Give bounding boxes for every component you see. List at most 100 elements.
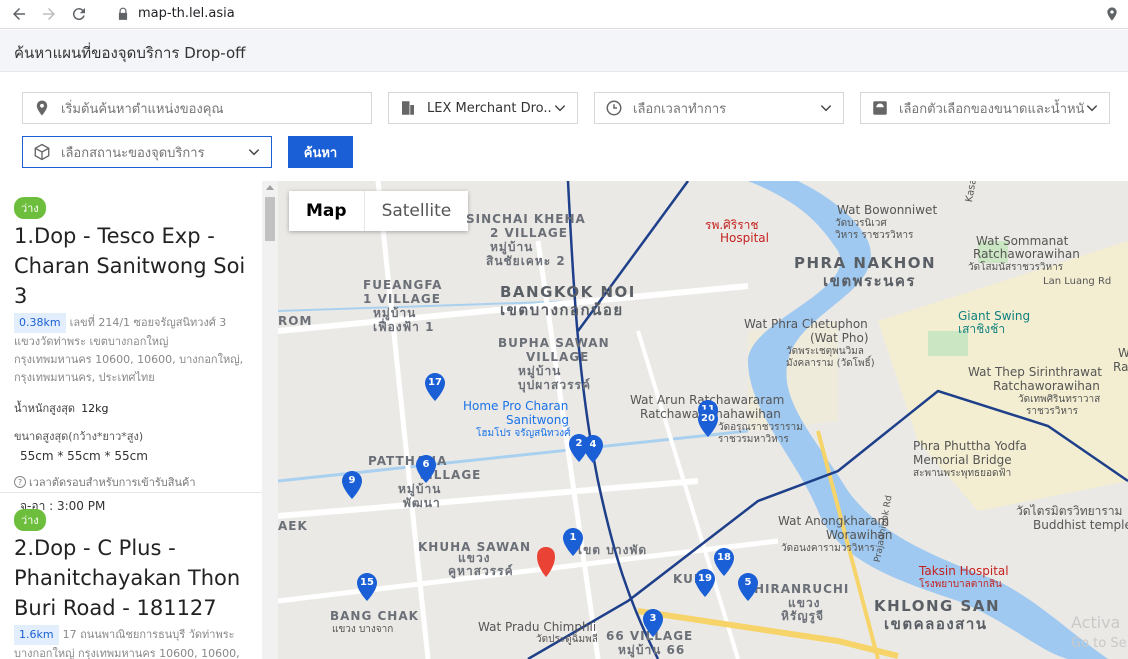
map-label: AEK	[278, 519, 308, 533]
map-marker[interactable]: 19	[695, 569, 715, 597]
reload-button[interactable]	[68, 3, 90, 25]
map-label: Ratchaworawihan	[973, 247, 1080, 261]
map-label: Wat Anongkharam	[778, 514, 890, 528]
map-label: ราชวรวิหาร	[1026, 406, 1078, 417]
map-marker[interactable]: 6	[416, 455, 436, 483]
map-type-satellite-button[interactable]: Satellite	[363, 191, 469, 231]
marker-number: 20	[701, 413, 715, 424]
map-label: หมู่บ้าน	[373, 306, 417, 320]
map-marker[interactable]: 9	[342, 471, 362, 499]
location-title[interactable]: 2.Dop - C Plus - Phanitchayakan Thon Bur…	[14, 533, 248, 623]
location-pin-icon[interactable]	[1104, 6, 1120, 22]
merchant-select-value: LEX Merchant Dro...	[427, 100, 553, 116]
map-label: พัฒนา	[403, 496, 441, 510]
distance-badge: 1.6km	[14, 625, 59, 645]
location-address: 0.38km เลขที่ 214/1 ซอยจรัญสนิทวงศ์ 3 แขว…	[14, 313, 248, 387]
map-label: โรงพยาบาลตากสิน	[919, 579, 1002, 590]
map-label: สินชัยเคหะ 2	[486, 254, 566, 268]
map-label: Hospital	[720, 231, 769, 245]
map-label: มังคลาราม (วัดโพธิ์)	[786, 358, 875, 369]
map-label: PHRA NAKHON	[794, 254, 937, 272]
map-marker[interactable]: 5	[738, 573, 758, 601]
marker-number: 19	[698, 573, 712, 584]
location-card[interactable]: ว่าง 2.Dop - C Plus - Phanitchayakan Tho…	[0, 509, 262, 659]
location-search-input[interactable]: เริ่มต้นค้นหาตำแหน่งของคุณ	[22, 92, 372, 124]
map-pin-icon	[36, 100, 48, 116]
map-label: Lan Luang Rd	[1043, 276, 1112, 287]
location-search-placeholder: เริ่มต้นค้นหาตำแหน่งของคุณ	[61, 101, 224, 117]
marker-number: 6	[422, 459, 430, 470]
chevron-down-icon	[248, 149, 260, 156]
map-canvas[interactable]: Map Satellite SINCHAI KHEHA 2 VILLAGE หม…	[278, 181, 1128, 659]
map-label: สะพานพระพุทธยอดฟ้า	[913, 468, 1012, 479]
map-label: วัดอนงคารามวรวิหาร	[781, 543, 875, 554]
time-select-placeholder: เลือกเวลาทำการ	[633, 101, 727, 117]
marker-number: 17	[428, 377, 442, 388]
map-label: Sanitwong	[506, 413, 569, 427]
list-scrollbar[interactable]	[262, 181, 278, 659]
map-label: BANGKOK NOI	[500, 283, 636, 301]
map-label: แขวง	[788, 596, 821, 610]
address-bar[interactable]: map-th.lel.asia	[116, 6, 235, 21]
divider	[0, 492, 262, 493]
search-button[interactable]: ค้นหา	[288, 136, 353, 168]
search-filters: เริ่มต้นค้นหาตำแหน่งของคุณ LEX Merchant …	[0, 72, 1128, 181]
scale-icon	[873, 101, 887, 115]
location-title[interactable]: 1.Dop - Tesco Exp - Charan Sanitwong Soi…	[14, 221, 248, 311]
back-button[interactable]	[8, 3, 30, 25]
location-address: 1.6km 17 ถนนพาณิชยการธนบุรี วัดท่าพระ บาง…	[14, 625, 248, 659]
building-icon	[402, 101, 414, 115]
map-type-control: Map Satellite	[289, 191, 469, 231]
map-marker[interactable]: 17	[425, 373, 445, 401]
map-label: วัดโสมนัสราชวรวิหาร	[968, 262, 1064, 273]
map-label: หิรัญรูจี	[781, 609, 825, 623]
size-weight-placeholder: เลือกตัวเลือกของขนาดและน้ำหนัก	[899, 101, 1085, 117]
marker-number: 9	[348, 475, 356, 486]
map-label: VILLAGE	[526, 350, 590, 364]
scroll-up-arrow-icon[interactable]	[266, 185, 274, 190]
map-label: Wat Thep Sirinthrawat	[968, 365, 1103, 379]
marker-number: 15	[360, 577, 374, 588]
reload-icon	[72, 8, 85, 21]
map-label: Wat Pradu Chimphli	[478, 620, 597, 634]
map-label: (Wat Pho)	[810, 331, 869, 345]
map-marker[interactable]: 1	[563, 528, 583, 556]
map-type-map-button[interactable]: Map	[289, 191, 364, 231]
location-list[interactable]: ว่าง 1.Dop - Tesco Exp - Charan Sanitwon…	[0, 181, 278, 659]
map-marker[interactable]: 15	[357, 573, 377, 601]
cutoff-time: ? เวลาตัดรอบสำหรับการเข้ารับสินค้า	[14, 473, 248, 491]
map-marker[interactable]: 3	[643, 609, 663, 637]
time-select[interactable]: เลือกเวลาทำการ	[594, 92, 844, 124]
box-icon	[34, 143, 50, 161]
map-label: แขวง บางจาก	[332, 624, 394, 635]
forward-button[interactable]	[38, 3, 60, 25]
chevron-down-icon	[820, 105, 832, 112]
map-label: หมู่บ้าน	[398, 482, 442, 496]
map-label: FUEANGFA	[363, 278, 443, 292]
map-label: 1 VILLAGE	[363, 292, 441, 306]
marker-number: 3	[649, 613, 657, 624]
map-label: HIRANRUCHI	[754, 582, 850, 596]
url-text: map-th.lel.asia	[138, 6, 235, 21]
map-marker[interactable]: 20	[698, 409, 718, 437]
map-label: วัดไตรมิตรวิทยาราม	[1016, 504, 1123, 518]
max-weight-label: น้ำหนักสูงสุด	[14, 402, 76, 415]
map-label: โฮมโปร จรัญสนิทวงศ์	[476, 428, 571, 439]
arrow-left-icon	[13, 8, 25, 20]
map-marker[interactable]: 4	[583, 435, 603, 463]
service-status-select[interactable]: เลือกสถานะของจุดบริการ	[22, 136, 272, 168]
location-card[interactable]: ว่าง 1.Dop - Tesco Exp - Charan Sanitwon…	[0, 197, 262, 516]
merchant-select[interactable]: LEX Merchant Dro...	[388, 92, 578, 124]
map-label: ราชวรมหาวิหาร	[718, 434, 789, 445]
scroll-thumb[interactable]	[265, 197, 275, 241]
map-label: วิหาร ราชวรวิหาร	[835, 230, 914, 241]
map-marker[interactable]: 18	[714, 548, 734, 576]
size-weight-select[interactable]: เลือกตัวเลือกของขนาดและน้ำหนัก	[860, 92, 1110, 124]
service-status-placeholder: เลือกสถานะของจุดบริการ	[61, 145, 205, 161]
map-label: BUPHA SAWAN	[498, 336, 610, 350]
max-weight-value: 12kg	[81, 402, 109, 415]
arrow-right-icon	[43, 8, 55, 20]
cutoff-label: เวลาตัดรอบสำหรับการเข้ารับสินค้า	[29, 476, 196, 489]
map-label: เขต บางพัด	[578, 543, 648, 557]
map-label: หมู่บ้าน	[518, 364, 562, 378]
